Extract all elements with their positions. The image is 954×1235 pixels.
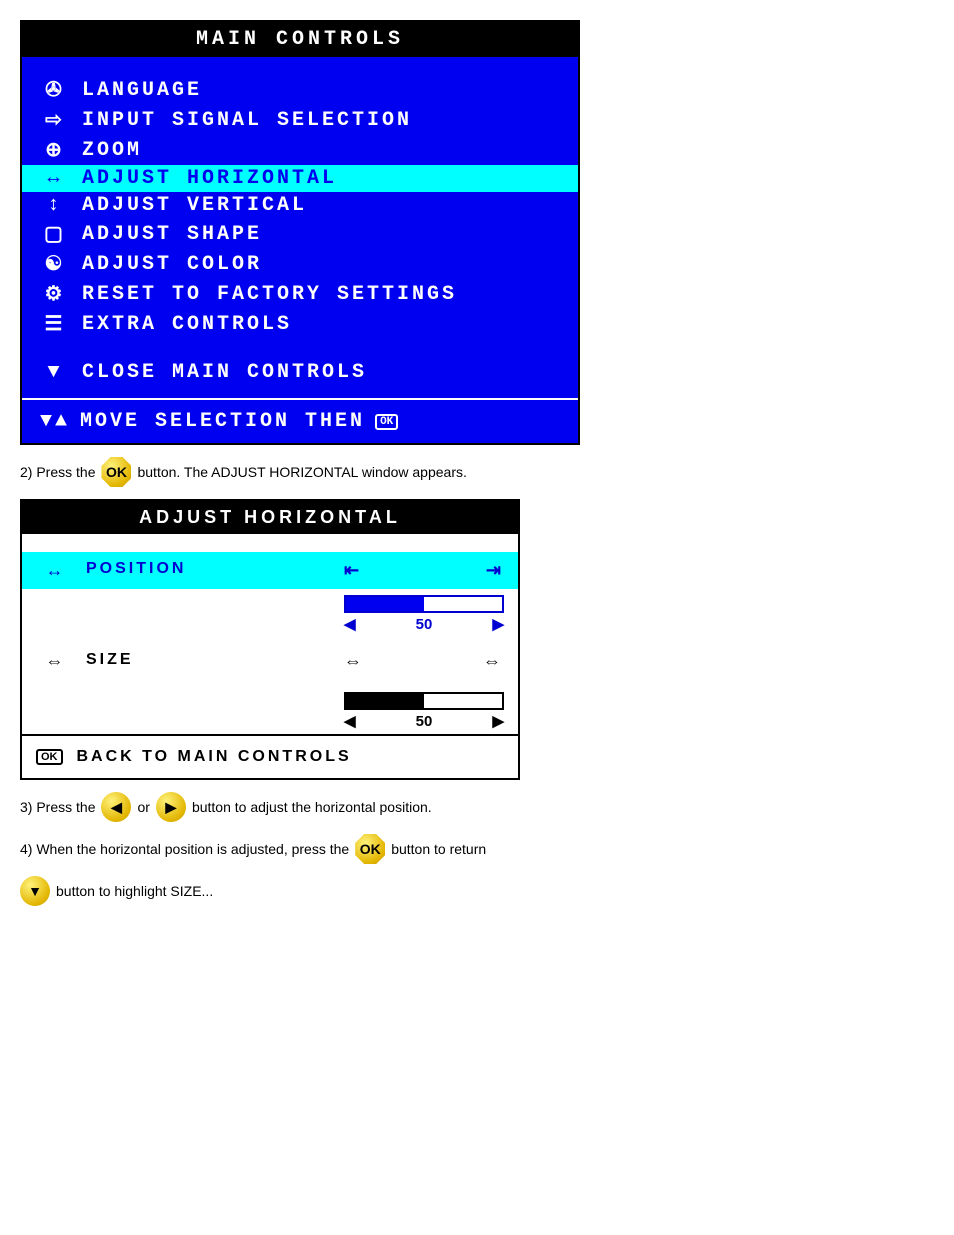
menu-label: CLOSE MAIN CONTROLS xyxy=(82,361,367,384)
ok-button-icon: OK xyxy=(355,834,385,864)
step-2-text: 2) Press the OK button. The ADJUST HORIZ… xyxy=(20,457,954,487)
menu-item-close[interactable]: ▼ CLOSE MAIN CONTROLS xyxy=(22,359,578,398)
adjust-row-size[interactable]: ⇔ SIZE ⇔ ⇔ xyxy=(22,647,518,686)
left-arrow-icon[interactable]: ◀ xyxy=(344,712,356,730)
menu-item-language[interactable]: ✇ LANGUAGE xyxy=(22,75,578,105)
down-triangle-icon: ▼ xyxy=(40,361,70,384)
horiz-icon: ↔ xyxy=(40,167,70,190)
adjust-panel-title: ADJUST HORIZONTAL xyxy=(22,501,518,534)
main-controls-body: ✇ LANGUAGE ⇨ INPUT SIGNAL SELECTION ⊕ ZO… xyxy=(22,57,578,398)
position-value: 50 xyxy=(416,616,433,633)
main-controls-footer: ▼▲ MOVE SELECTION THEN OK xyxy=(22,398,578,443)
size-bar-wrap: ◀ 50 ▶ xyxy=(22,686,518,734)
main-controls-title: MAIN CONTROLS xyxy=(22,22,578,57)
expand-icon: ⇔ xyxy=(483,651,504,672)
adjust-row-position[interactable]: ↔ POSITION ⇤ ⇥ xyxy=(22,552,518,589)
step-3-text: 3) Press the ◀ or ▶ button to adjust the… xyxy=(20,792,954,822)
adjust-panel-body: ↔ POSITION ⇤ ⇥ ◀ 50 ▶ ⇔ SIZE xyxy=(22,534,518,778)
menu-item-adjust-horizontal[interactable]: ↔ ADJUST HORIZONTAL xyxy=(22,165,578,192)
size-side-icons: ⇔ ⇔ xyxy=(344,651,504,672)
vert-icon: ↕ xyxy=(40,194,70,217)
menu-item-adjust-vertical[interactable]: ↕ ADJUST VERTICAL xyxy=(22,192,578,219)
menu-label: ADJUST COLOR xyxy=(82,253,262,276)
size-value: 50 xyxy=(416,713,433,730)
zoom-icon: ⊕ xyxy=(40,137,70,163)
adjust-panel-footer[interactable]: OK BACK TO MAIN CONTROLS xyxy=(22,734,518,778)
factory-icon: ⚙ xyxy=(40,281,70,307)
right-button-icon: ▶ xyxy=(156,792,186,822)
step-prefix: 3) Press the xyxy=(20,799,95,815)
size-bar[interactable] xyxy=(344,692,504,710)
size-arrows: ◀ 50 ▶ xyxy=(344,710,504,732)
shape-icon: ▢ xyxy=(40,221,70,247)
left-button-icon: ◀ xyxy=(101,792,131,822)
position-arrows: ◀ 50 ▶ xyxy=(344,613,504,635)
menu-label: ZOOM xyxy=(82,139,142,162)
extra-icon: ☰ xyxy=(40,311,70,337)
footer-text: MOVE SELECTION THEN xyxy=(80,410,365,433)
shift-right-icon: ⇥ xyxy=(486,560,504,581)
input-icon: ⇨ xyxy=(40,107,70,133)
menu-item-zoom[interactable]: ⊕ ZOOM xyxy=(22,135,578,165)
position-label: POSITION xyxy=(86,560,334,578)
position-bar[interactable] xyxy=(344,595,504,613)
step-suffix: button. The ADJUST HORIZONTAL window app… xyxy=(137,464,466,480)
right-arrow-icon[interactable]: ▶ xyxy=(492,712,504,730)
menu-item-adjust-shape[interactable]: ▢ ADJUST SHAPE xyxy=(22,219,578,249)
menu-label: EXTRA CONTROLS xyxy=(82,313,292,336)
step-suffix: button to return xyxy=(391,841,486,857)
menu-item-extra-controls[interactable]: ☰ EXTRA CONTROLS xyxy=(22,309,578,339)
menu-label: LANGUAGE xyxy=(82,79,202,102)
ok-icon: OK xyxy=(36,749,63,765)
menu-item-input-signal[interactable]: ⇨ INPUT SIGNAL SELECTION xyxy=(22,105,578,135)
step-suffix: button to adjust the horizontal position… xyxy=(192,799,432,815)
menu-label: ADJUST VERTICAL xyxy=(82,194,307,217)
menu-item-reset-factory[interactable]: ⚙ RESET TO FACTORY SETTINGS xyxy=(22,279,578,309)
step-5-text: ▼ button to highlight SIZE... xyxy=(20,876,954,906)
position-bar-wrap: ◀ 50 ▶ xyxy=(22,589,518,637)
menu-label: ADJUST HORIZONTAL xyxy=(82,167,337,190)
size-icon: ⇔ xyxy=(36,651,76,672)
shrink-icon: ⇔ xyxy=(344,651,365,672)
position-side-icons: ⇤ ⇥ xyxy=(344,560,504,581)
size-bar-fill xyxy=(346,694,424,708)
back-label: BACK TO MAIN CONTROLS xyxy=(77,748,352,766)
language-icon: ✇ xyxy=(40,77,70,103)
ok-button-icon: OK xyxy=(101,457,131,487)
shift-left-icon: ⇤ xyxy=(344,560,362,581)
step-mid: or xyxy=(137,799,149,815)
size-label: SIZE xyxy=(86,651,334,669)
menu-label: RESET TO FACTORY SETTINGS xyxy=(82,283,457,306)
updown-icon: ▼▲ xyxy=(40,410,70,433)
menu-item-adjust-color[interactable]: ☯ ADJUST COLOR xyxy=(22,249,578,279)
position-bar-fill xyxy=(346,597,424,611)
menu-label: INPUT SIGNAL SELECTION xyxy=(82,109,412,132)
step-4-text: 4) When the horizontal position is adjus… xyxy=(20,834,954,864)
ok-icon: OK xyxy=(375,414,398,430)
position-icon: ↔ xyxy=(36,560,76,581)
step-prefix: 4) When the horizontal position is adjus… xyxy=(20,841,349,857)
down-button-icon: ▼ xyxy=(20,876,50,906)
menu-label: ADJUST SHAPE xyxy=(82,223,262,246)
main-controls-osd: MAIN CONTROLS ✇ LANGUAGE ⇨ INPUT SIGNAL … xyxy=(20,20,580,445)
left-arrow-icon[interactable]: ◀ xyxy=(344,615,356,633)
right-arrow-icon[interactable]: ▶ xyxy=(492,615,504,633)
color-icon: ☯ xyxy=(40,251,70,277)
adjust-horizontal-panel: ADJUST HORIZONTAL ↔ POSITION ⇤ ⇥ ◀ 50 ▶ xyxy=(20,499,520,780)
step-prefix: 2) Press the xyxy=(20,464,95,480)
step-text: button to highlight SIZE... xyxy=(56,883,213,899)
